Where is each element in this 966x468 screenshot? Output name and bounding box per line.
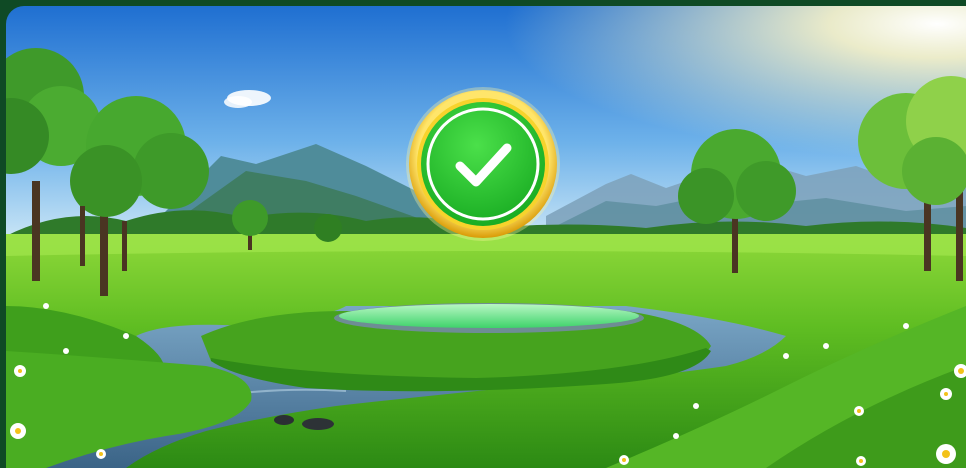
success-badge[interactable]	[405, 86, 561, 242]
app-frame	[0, 0, 966, 468]
meadow-scene	[6, 6, 966, 468]
checkmark-icon	[406, 87, 560, 241]
